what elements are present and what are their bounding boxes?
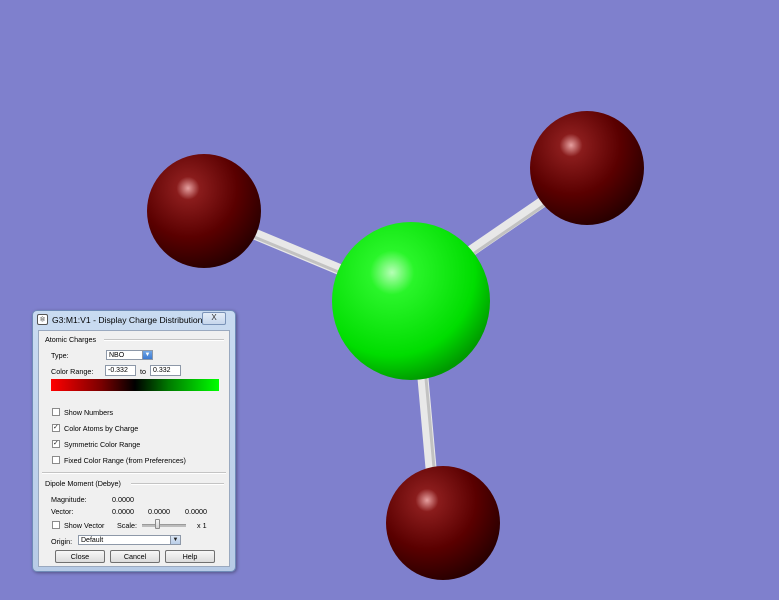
scale-label: Scale: <box>117 521 137 530</box>
scale-slider-track[interactable] <box>142 524 186 527</box>
dialog-title: G3:M1:V1 - Display Charge Distribution <box>52 315 203 325</box>
type-label: Type: <box>51 351 69 360</box>
charge-color-gradient-bar <box>51 379 219 391</box>
close-window-button[interactable]: X <box>202 312 226 325</box>
symmetric-color-range-checkbox[interactable]: ✓ <box>52 440 60 448</box>
dipole-group-title: Dipole Moment (Debye) <box>45 479 121 488</box>
type-select[interactable]: NBO ▼ <box>106 350 153 360</box>
show-vector-checkbox[interactable] <box>52 521 60 529</box>
origin-label: Origin: <box>51 537 73 546</box>
symmetric-color-range-label: Symmetric Color Range <box>64 440 141 449</box>
show-numbers-checkbox[interactable] <box>52 408 60 416</box>
atom-outer-right[interactable] <box>530 111 644 225</box>
scale-slider-thumb[interactable] <box>155 519 160 529</box>
dialog-titlebar[interactable]: ⚛ G3:M1:V1 - Display Charge Distribution… <box>33 311 235 329</box>
vector-x-value: 0.0000 <box>112 507 134 516</box>
show-vector-label: Show Vector <box>64 521 105 530</box>
vector-y-value: 0.0000 <box>148 507 170 516</box>
display-charge-distribution-dialog: ⚛ G3:M1:V1 - Display Charge Distribution… <box>32 310 236 572</box>
atom-outer-bottom[interactable] <box>386 466 500 580</box>
close-button[interactable]: Close <box>55 550 105 563</box>
check-icon: ✓ <box>53 440 59 447</box>
fixed-color-range-checkbox[interactable] <box>52 456 60 464</box>
dialog-body: Atomic Charges Type: NBO ▼ Color Range: … <box>38 330 230 567</box>
color-atoms-by-charge-label: Color Atoms by Charge <box>64 424 139 433</box>
cancel-button[interactable]: Cancel <box>110 550 160 563</box>
range-min-input[interactable]: -0.332 <box>105 365 136 376</box>
atom-outer-left[interactable] <box>147 154 261 268</box>
help-button[interactable]: Help <box>165 550 215 563</box>
origin-select-value: Default <box>81 537 104 544</box>
origin-select[interactable]: Default ▼ <box>78 535 181 545</box>
fixed-color-range-label: Fixed Color Range (from Preferences) <box>64 456 186 465</box>
vector-label: Vector: <box>51 507 74 516</box>
color-atoms-by-charge-checkbox[interactable]: ✓ <box>52 424 60 432</box>
type-select-value: NBO <box>109 352 125 359</box>
atomic-charges-group-title: Atomic Charges <box>45 335 97 344</box>
show-numbers-label: Show Numbers <box>64 408 114 417</box>
range-to-label: to <box>140 367 146 376</box>
check-icon: ✓ <box>53 424 59 431</box>
section-divider <box>42 472 226 474</box>
group-separator <box>131 483 224 485</box>
chevron-down-icon[interactable]: ▼ <box>170 536 180 544</box>
magnitude-label: Magnitude: <box>51 495 87 504</box>
group-separator <box>104 339 224 341</box>
magnitude-value: 0.0000 <box>112 495 134 504</box>
chevron-down-icon[interactable]: ▼ <box>142 351 152 359</box>
app-icon: ⚛ <box>37 314 48 325</box>
vector-z-value: 0.0000 <box>185 507 207 516</box>
color-range-label: Color Range: <box>51 367 94 376</box>
scale-value: x 1 <box>197 521 207 530</box>
atom-central[interactable] <box>332 222 490 380</box>
range-max-input[interactable]: 0.332 <box>150 365 181 376</box>
